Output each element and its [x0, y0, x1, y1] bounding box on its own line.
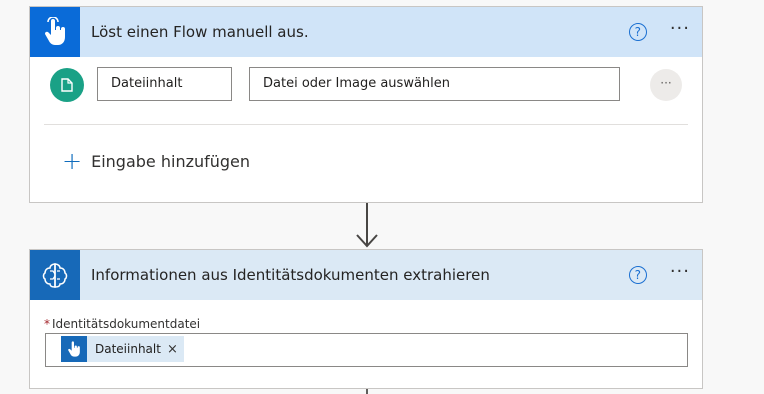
document-file-label: * Identitätsdokumentdatei [44, 317, 200, 331]
file-icon [50, 68, 84, 102]
action-card-header[interactable]: Informationen aus Identitätsdokumenten e… [30, 250, 702, 300]
help-icon[interactable]: ? [628, 266, 647, 284]
token-label: Dateiinhalt [95, 342, 161, 356]
action-card-title: Informationen aus Identitätsdokumenten e… [91, 266, 490, 284]
connector-line [366, 389, 368, 394]
action-card: Informationen aus Identitätsdokumenten e… [29, 249, 703, 389]
divider [44, 124, 688, 125]
required-marker: * [44, 317, 50, 331]
more-options-button[interactable]: ··· [670, 263, 690, 283]
file-picker-field[interactable]: Datei oder Image auswählen [249, 67, 620, 101]
help-icon[interactable]: ? [628, 23, 647, 41]
field-label-text: Identitätsdokumentdatei [52, 317, 201, 331]
input-more-button[interactable]: ··· [650, 69, 682, 101]
hand-touch-icon [30, 7, 80, 57]
input-name-field[interactable]: Dateiinhalt [97, 67, 232, 101]
plus-icon: + [62, 147, 83, 175]
close-icon[interactable]: × [167, 342, 178, 357]
trigger-card-title: Löst einen Flow manuell aus. [91, 23, 309, 41]
trigger-card-header[interactable]: Löst einen Flow manuell aus. ? ··· [30, 7, 702, 57]
trigger-card: Löst einen Flow manuell aus. ? ··· Datei… [29, 6, 703, 203]
hand-touch-icon [61, 336, 87, 362]
more-options-button[interactable]: ··· [670, 20, 690, 40]
add-input-button[interactable]: + Eingabe hinzufügen [62, 147, 251, 175]
ai-brain-icon [30, 250, 80, 300]
document-file-input[interactable]: Dateiinhalt × [45, 333, 688, 367]
dynamic-content-token[interactable]: Dateiinhalt × [61, 336, 184, 362]
add-input-label: Eingabe hinzufügen [91, 151, 251, 171]
arrow-down-icon [356, 203, 378, 248]
